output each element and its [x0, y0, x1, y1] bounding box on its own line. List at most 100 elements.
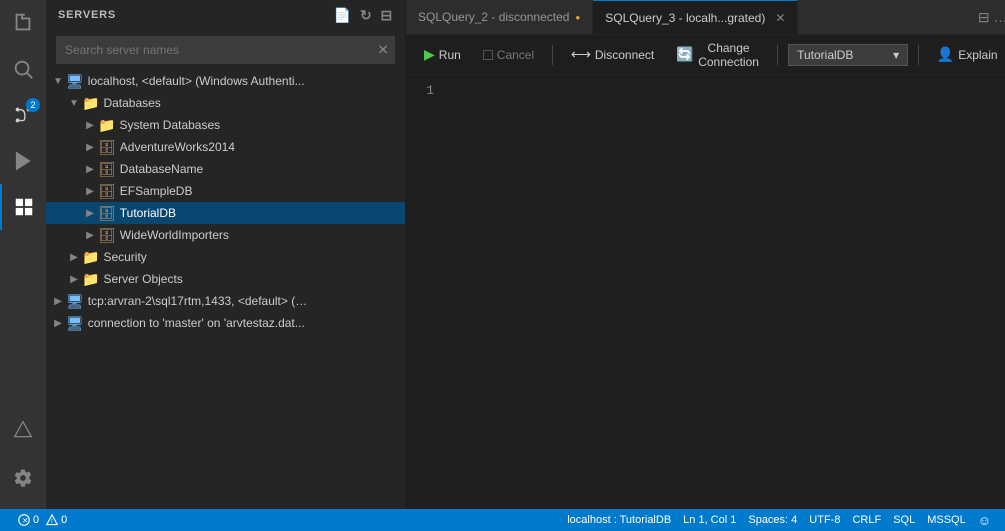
svg-text:!: ! [51, 518, 53, 525]
tree-arrow-databases: ▼ [66, 98, 82, 109]
connection-text: localhost : TutorialDB [567, 514, 671, 526]
tree-arrow-databasename: ▶ [82, 164, 98, 175]
activity-settings[interactable] [0, 455, 46, 501]
status-flavor[interactable]: MSSQL [921, 509, 972, 531]
sidebar-header-actions: 📄 ↻ ⊟ [334, 7, 393, 24]
tree-item-tutorialdb[interactable]: ▶ 🗄 TutorialDB [46, 202, 405, 224]
tree-label-tutorialdb: TutorialDB [120, 206, 176, 220]
tree-item-systemdb[interactable]: ▶ 📁 System Databases [46, 114, 405, 136]
disconnect-button[interactable]: ⟷ Disconnect [563, 43, 662, 66]
tree-item-databasename[interactable]: ▶ 🗄 DatabaseName [46, 158, 405, 180]
activity-source-control[interactable]: 2 [0, 92, 46, 138]
search-input[interactable] [56, 36, 395, 64]
tree-arrow-tutorialdb: ▶ [82, 208, 98, 219]
source-control-badge: 2 [26, 98, 40, 112]
spaces-text: Spaces: 4 [748, 514, 797, 526]
search-container: ✕ [46, 30, 405, 70]
tree-item-efsampledb[interactable]: ▶ 🗄 EFSampleDB [46, 180, 405, 202]
db-icon-adventureworks: 🗄 [98, 139, 116, 156]
tree-label-server1: localhost, <default> (Windows Authenti..… [88, 74, 305, 88]
tree-label-security: Security [103, 250, 146, 264]
tree-label-efsampledb: EFSampleDB [120, 184, 193, 198]
editor-text-area[interactable] [446, 75, 1005, 509]
line-number-1: 1 [418, 83, 434, 98]
status-left: ✕ 0 ! 0 [12, 509, 73, 531]
change-connection-label: Change Connection [698, 41, 760, 69]
server-icon: 🖥 [66, 73, 84, 90]
tree-label-wideworldimporters: WideWorldImporters [120, 228, 229, 242]
status-encoding[interactable]: UTF-8 [803, 509, 846, 531]
run-button[interactable]: ▶ Run [416, 43, 469, 66]
cancel-label: Cancel [497, 48, 534, 62]
status-connection[interactable]: localhost : TutorialDB [561, 509, 677, 531]
folder-icon-systemdb: 📁 [98, 117, 115, 134]
search-clear-icon[interactable]: ✕ [377, 42, 389, 59]
editor-content: 1 [406, 75, 1005, 509]
sidebar: SERVERS 📄 ↻ ⊟ ✕ ▼ 🖥 localhost, <default>… [46, 0, 406, 509]
language-text: SQL [893, 514, 915, 526]
run-icon: ▶ [424, 46, 435, 63]
tree-item-security[interactable]: ▶ 📁 Security [46, 246, 405, 268]
status-spaces[interactable]: Spaces: 4 [742, 509, 803, 531]
activity-deploy[interactable] [0, 407, 46, 453]
cancel-button[interactable]: Cancel [475, 45, 542, 65]
activity-debug[interactable] [0, 138, 46, 184]
activity-files[interactable] [0, 0, 46, 46]
tree-item-adventureworks[interactable]: ▶ 🗄 AdventureWorks2014 [46, 136, 405, 158]
tree-item-server3[interactable]: ▶ 🖥 connection to 'master' on 'arvtestaz… [46, 312, 405, 334]
tab-dot-sqlquery2: ● [575, 13, 580, 22]
cancel-icon [483, 50, 493, 60]
tree-arrow-adventureworks: ▶ [82, 142, 98, 153]
status-line-ending[interactable]: CRLF [846, 509, 887, 531]
filter-icon[interactable]: ⊟ [380, 7, 393, 24]
dropdown-arrow-icon: ▾ [893, 48, 899, 62]
line-numbers: 1 [406, 75, 446, 509]
run-label: Run [439, 48, 461, 62]
position-text: Ln 1, Col 1 [683, 514, 736, 526]
tab-close-sqlquery3[interactable]: ✕ [775, 11, 785, 25]
encoding-text: UTF-8 [809, 514, 840, 526]
status-right: localhost : TutorialDB Ln 1, Col 1 Space… [561, 509, 997, 531]
toolbar-separator-2 [777, 45, 778, 65]
sidebar-header: SERVERS 📄 ↻ ⊟ [46, 0, 405, 30]
refresh-icon[interactable]: ↻ [360, 7, 373, 24]
warning-count: 0 [61, 514, 67, 526]
database-dropdown[interactable]: TutorialDB ▾ [788, 44, 908, 66]
activity-search[interactable] [0, 46, 46, 92]
change-connection-icon: 🔄 [676, 46, 693, 63]
tree-item-server1[interactable]: ▼ 🖥 localhost, <default> (Windows Authen… [46, 70, 405, 92]
flavor-text: MSSQL [927, 514, 966, 526]
status-position[interactable]: Ln 1, Col 1 [677, 509, 742, 531]
tab-sqlquery2[interactable]: SQLQuery_2 - disconnected ● [406, 0, 593, 35]
activity-extensions[interactable] [0, 184, 46, 230]
split-editor-icon[interactable]: ⊟ [978, 9, 990, 26]
change-connection-button[interactable]: 🔄 Change Connection [668, 38, 767, 72]
status-errors[interactable]: ✕ 0 ! 0 [12, 509, 73, 531]
tree-item-databases[interactable]: ▼ 📁 Databases [46, 92, 405, 114]
tree-arrow-efsampledb: ▶ [82, 186, 98, 197]
tab-sqlquery3[interactable]: SQLQuery_3 - localh...grated) ✕ [593, 0, 798, 35]
tree-item-serverobjects[interactable]: ▶ 📁 Server Objects [46, 268, 405, 290]
explain-button[interactable]: 👤 Explain [929, 43, 1005, 66]
tree-label-server2: tcp:arvran-2\sql17rtm,1433, <default> (… [88, 294, 307, 308]
tree-label-serverobjects: Server Objects [103, 272, 182, 286]
error-count: 0 [33, 514, 39, 526]
db-icon-efsampledb: 🗄 [98, 183, 116, 200]
explain-label: Explain [958, 48, 997, 62]
tab-actions: ⊟ … [970, 9, 1005, 26]
more-tabs-icon[interactable]: … [994, 9, 1005, 25]
svg-text:✕: ✕ [22, 516, 28, 525]
tree-label-databasename: DatabaseName [120, 162, 203, 176]
db-icon-tutorialdb: 🗄 [98, 205, 116, 222]
tree-item-server2[interactable]: ▶ 🖥 tcp:arvran-2\sql17rtm,1433, <default… [46, 290, 405, 312]
folder-icon-databases: 📁 [82, 95, 99, 112]
tree-arrow-wideworldimporters: ▶ [82, 230, 98, 241]
status-smiley[interactable]: ☺ [972, 509, 997, 531]
explain-icon: 👤 [937, 46, 954, 63]
sidebar-title: SERVERS [58, 9, 116, 21]
new-query-icon[interactable]: 📄 [334, 7, 352, 24]
tree-item-wideworldimporters[interactable]: ▶ 🗄 WideWorldImporters [46, 224, 405, 246]
status-language[interactable]: SQL [887, 509, 921, 531]
toolbar-separator-3 [918, 45, 919, 65]
db-icon-wideworldimporters: 🗄 [98, 227, 116, 244]
